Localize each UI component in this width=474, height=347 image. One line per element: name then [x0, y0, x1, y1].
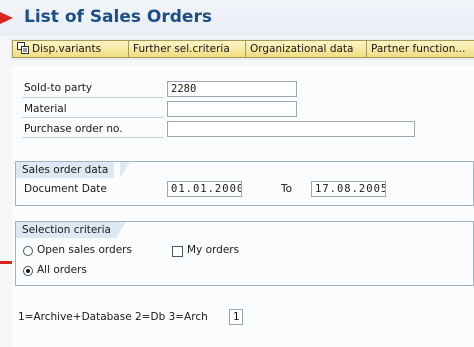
page-title: List of Sales Orders	[24, 7, 212, 27]
my-orders-label: My orders	[187, 244, 240, 256]
disp-variants-button[interactable]: Disp.variants	[12, 40, 129, 58]
row-divider	[22, 97, 164, 98]
partner-function-button[interactable]: Partner function...	[366, 40, 474, 58]
to-label: To	[281, 183, 293, 195]
sales-order-data-title: Sales order data	[16, 162, 115, 178]
sold-to-label: Sold-to party	[24, 82, 93, 94]
row-divider	[22, 117, 164, 118]
organizational-data-button[interactable]: Organizational data	[245, 40, 368, 58]
all-orders-radio[interactable]	[23, 266, 33, 276]
po-number-field[interactable]	[167, 121, 415, 137]
selection-criteria-group: Selection criteria Open sales orders My …	[15, 221, 474, 286]
annotation-arrow	[0, 12, 13, 24]
document-date-label: Document Date	[24, 183, 107, 195]
partner-function-label: Partner function...	[371, 43, 466, 55]
disp-variants-label: Disp.variants	[32, 43, 102, 55]
archive-option-field[interactable]: 1	[229, 309, 243, 325]
date-from-field[interactable]: 01.01.2000	[167, 181, 242, 197]
open-orders-label: Open sales orders	[37, 244, 132, 256]
selection-screen: Sold-to party 2280 Material Purchase ord…	[12, 66, 474, 347]
archive-option-label: 1=Archive+Database 2=Db 3=Arch	[18, 311, 208, 323]
row-divider	[22, 137, 164, 138]
all-orders-label: All orders	[37, 264, 87, 276]
title-bar: List of Sales Orders	[0, 0, 474, 36]
po-number-label: Purchase order no.	[24, 123, 123, 135]
sap-screen: List of Sales Orders Disp.variants Furth…	[0, 0, 474, 347]
my-orders-checkbox[interactable]	[172, 246, 183, 257]
open-orders-radio[interactable]	[23, 246, 33, 256]
group-tab-edge	[120, 162, 130, 178]
sales-order-data-group: Sales order data Document Date 01.01.200…	[15, 161, 474, 206]
further-sel-criteria-button[interactable]: Further sel.criteria	[128, 40, 246, 58]
annotation-arrow-side	[0, 261, 12, 264]
selection-criteria-title: Selection criteria	[16, 222, 117, 238]
material-label: Material	[24, 103, 67, 115]
sold-to-field[interactable]: 2280	[167, 81, 297, 97]
variants-icon	[17, 42, 29, 54]
material-field[interactable]	[167, 101, 297, 117]
group-tab-edge	[116, 222, 126, 238]
application-toolbar: Disp.variants Further sel.criteria Organ…	[10, 38, 474, 60]
date-to-field[interactable]: 17.08.2005	[311, 181, 386, 197]
org-data-label: Organizational data	[250, 43, 354, 55]
further-sel-label: Further sel.criteria	[133, 43, 230, 55]
